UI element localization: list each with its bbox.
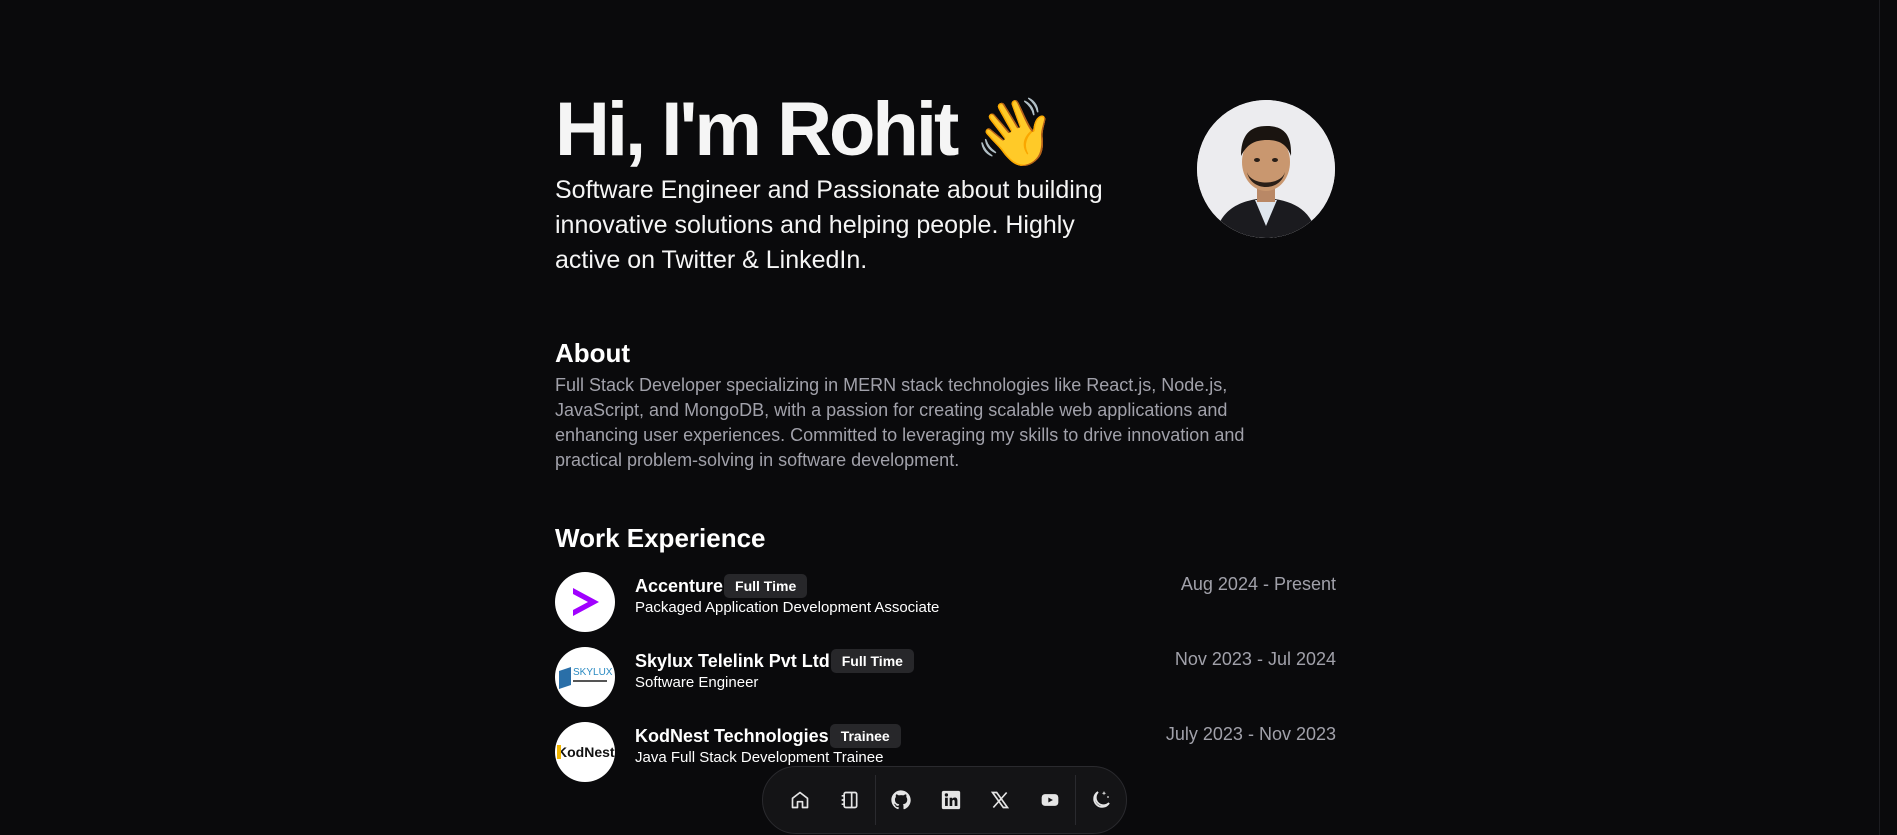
employment-type-badge: Trainee (829, 724, 901, 748)
home-button[interactable] (775, 775, 825, 825)
hero-subtitle: Software Engineer and Passionate about b… (555, 176, 1103, 274)
skylux-logo-text: SKYLUX (573, 667, 613, 678)
avatar (1197, 100, 1335, 238)
company-line: KodNest Technologies Trainee (635, 724, 901, 748)
hero-section: Hi, I'm Rohit 👋 Software Engineer and Pas… (555, 85, 1336, 285)
experience-item-accenture[interactable]: Accenture Full Time Packaged Application… (555, 572, 1336, 634)
notebook-icon (841, 791, 858, 809)
company-name: Skylux Telelink Pvt Ltd (635, 650, 830, 671)
company-name: Accenture (635, 575, 724, 596)
experience-item-skylux[interactable]: SKYLUX Skylux Telelink Pvt Ltd Full Time… (555, 647, 1336, 709)
date-range: July 2023 - Nov 2023 (1165, 724, 1336, 744)
company-line: Skylux Telelink Pvt Ltd Full Time (635, 649, 914, 673)
hero-title: Hi, I'm Rohit 👋 (555, 85, 1056, 177)
github-icon (891, 790, 911, 810)
date-range: Aug 2024 - Present (1180, 574, 1336, 594)
theme-toggle-icon (1093, 791, 1110, 808)
kodnest-logo: KodNest (555, 722, 615, 782)
employment-type-badge: Full Time (724, 574, 808, 598)
kodnest-logo-text: KodNest (557, 744, 615, 760)
waving-hand-emoji: 👋 (974, 95, 1057, 169)
company-name: KodNest Technologies (635, 725, 829, 746)
job-title: Java Full Stack Development Trainee (635, 749, 884, 766)
work-experience-heading: Work Experience (555, 523, 766, 553)
youtube-button[interactable] (1025, 775, 1075, 825)
hero-title-text: Hi, I'm Rohit (555, 87, 959, 172)
theme-toggle-button[interactable] (1076, 775, 1126, 825)
job-title: Packaged Application Development Associa… (635, 599, 940, 616)
work-experience-section: Work Experience Accenture Full Time Pack… (555, 523, 1336, 782)
about-heading: About (555, 338, 631, 368)
about-section: About Full Stack Developer specializing … (555, 338, 1336, 473)
linkedin-icon (941, 790, 960, 810)
company-line: Accenture Full Time (635, 574, 808, 598)
linkedin-button[interactable] (926, 775, 976, 825)
dock-navigation (762, 766, 1127, 834)
youtube-icon (1041, 794, 1059, 806)
scrollbar[interactable] (1879, 0, 1897, 835)
github-button[interactable] (876, 775, 926, 825)
blog-button[interactable] (825, 775, 875, 825)
x-icon (991, 791, 1010, 809)
avatar-portrait (1197, 100, 1335, 238)
date-range: Nov 2023 - Jul 2024 (1174, 649, 1336, 669)
skylux-logo: SKYLUX (555, 647, 615, 707)
home-icon (791, 791, 809, 809)
skylux-logo-mark: SKYLUX (559, 667, 613, 689)
accenture-logo (555, 572, 615, 632)
accenture-logo-mark (573, 588, 599, 616)
x-twitter-button[interactable] (975, 775, 1025, 825)
about-text: Full Stack Developer specializing in MER… (555, 375, 1245, 470)
job-title: Software Engineer (635, 674, 759, 691)
kodnest-logo-mark: KodNest (557, 744, 615, 760)
employment-type-badge: Full Time (830, 649, 914, 673)
